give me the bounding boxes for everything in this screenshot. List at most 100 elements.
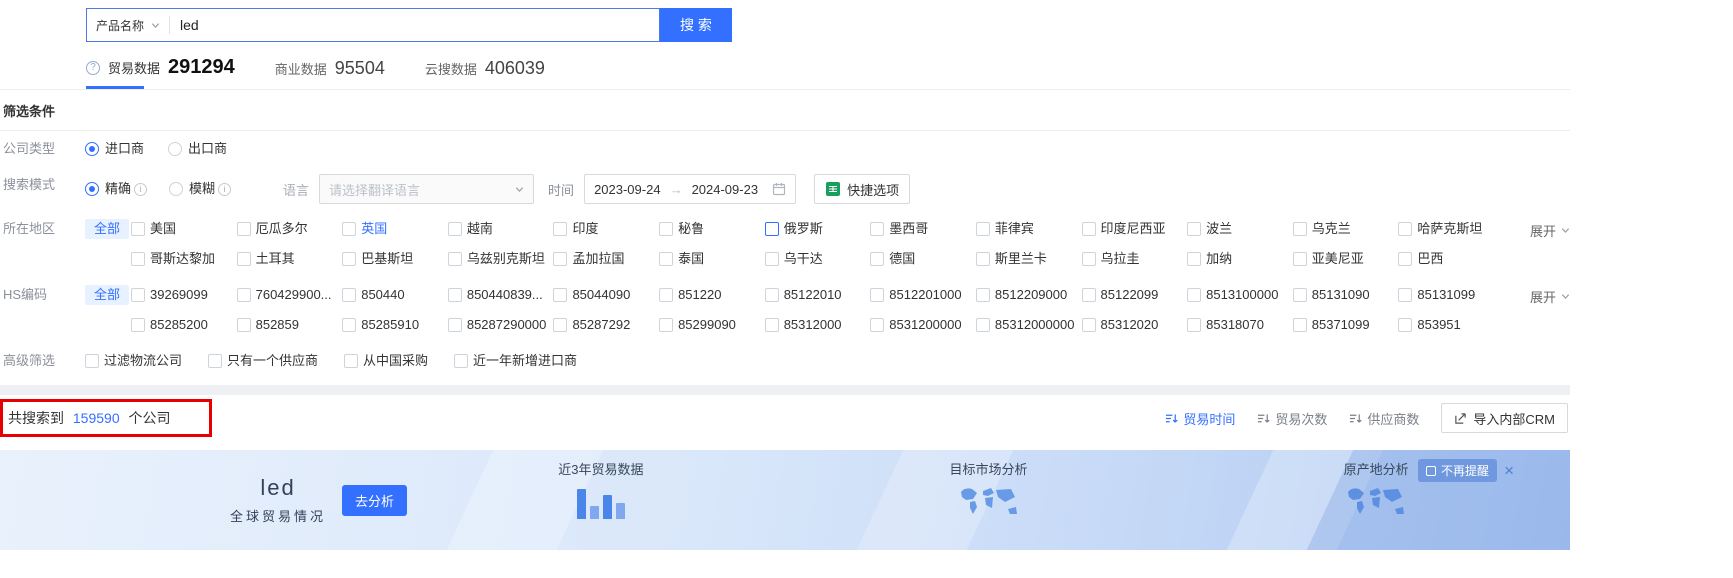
filter-checkbox[interactable]: 巴西 xyxy=(1398,248,1498,270)
checkbox-icon[interactable] xyxy=(659,222,674,236)
checkbox-icon[interactable] xyxy=(1292,318,1307,332)
filter-checkbox[interactable]: 哥斯达黎加 xyxy=(131,248,231,270)
hs-expand-link[interactable]: 展开 xyxy=(1530,287,1570,306)
filter-checkbox[interactable]: 85371099 xyxy=(1292,314,1393,336)
filter-checkbox[interactable]: 乌干达 xyxy=(764,248,865,270)
filter-checkbox[interactable]: 8512209000 xyxy=(975,284,1076,306)
filter-checkbox[interactable]: 853951 xyxy=(1398,314,1498,336)
checkbox-icon[interactable] xyxy=(1187,252,1202,266)
quick-options-button[interactable]: 快捷选项 xyxy=(814,174,911,204)
filter-checkbox[interactable]: 85131090 xyxy=(1292,284,1393,306)
checkbox-icon[interactable] xyxy=(1398,288,1413,302)
filter-checkbox[interactable]: 印度 xyxy=(553,218,653,240)
search-button[interactable]: 搜 索 xyxy=(660,8,732,42)
checkbox-icon[interactable] xyxy=(1187,288,1202,302)
filter-checkbox[interactable]: 85312020 xyxy=(1081,314,1182,336)
checkbox-icon[interactable] xyxy=(1292,222,1307,236)
checkbox-icon[interactable] xyxy=(1081,252,1096,266)
checkbox-icon[interactable] xyxy=(659,288,674,302)
filter-checkbox[interactable]: 加纳 xyxy=(1187,248,1287,270)
checkbox-icon[interactable] xyxy=(870,288,885,302)
help-icon[interactable]: ? xyxy=(86,60,100,75)
filter-checkbox[interactable]: 8531200000 xyxy=(870,314,970,336)
filter-checkbox[interactable]: 85131099 xyxy=(1398,284,1498,306)
filter-checkbox[interactable]: 只有一个供应商 xyxy=(208,350,318,372)
checkbox-icon[interactable] xyxy=(553,222,568,236)
filter-checkbox[interactable]: 亚美尼亚 xyxy=(1292,248,1393,270)
checkbox-icon[interactable] xyxy=(975,288,990,302)
filter-checkbox[interactable]: 850440 xyxy=(342,284,442,306)
checkbox-icon[interactable] xyxy=(1081,222,1096,236)
checkbox-icon[interactable] xyxy=(342,222,357,236)
checkbox-icon[interactable] xyxy=(447,288,462,302)
checkbox-icon[interactable] xyxy=(764,222,779,236)
filter-checkbox[interactable]: 85287292 xyxy=(553,314,653,336)
filter-checkbox[interactable]: 85044090 xyxy=(553,284,653,306)
radio-fuzzy[interactable]: 模糊 xyxy=(169,178,215,200)
search-input[interactable] xyxy=(170,17,659,33)
result-count[interactable]: 159590 xyxy=(73,410,120,426)
dismiss-button[interactable]: 不再提醒 xyxy=(1418,459,1498,482)
filter-checkbox[interactable]: 85287290000 xyxy=(447,314,548,336)
tab-trade-data[interactable]: ? 贸易数据 291294 xyxy=(86,56,235,89)
checkbox-icon[interactable] xyxy=(447,252,462,266)
filter-checkbox[interactable]: 85285910 xyxy=(342,314,442,336)
checkbox-icon[interactable] xyxy=(1292,252,1307,266)
filter-checkbox[interactable]: 852859 xyxy=(236,314,337,336)
checkbox-icon[interactable] xyxy=(342,288,357,302)
checkbox-icon[interactable] xyxy=(659,252,674,266)
filter-checkbox[interactable]: 8513100000 xyxy=(1187,284,1287,306)
filter-checkbox[interactable]: 孟加拉国 xyxy=(553,248,653,270)
checkbox-icon[interactable] xyxy=(553,288,568,302)
checkbox-icon[interactable] xyxy=(342,252,357,266)
filter-checkbox[interactable]: 85299090 xyxy=(659,314,759,336)
checkbox-icon[interactable] xyxy=(1081,318,1096,332)
filter-checkbox[interactable]: 乌拉圭 xyxy=(1081,248,1182,270)
filter-checkbox[interactable]: 波兰 xyxy=(1187,218,1287,240)
filter-checkbox[interactable]: 乌兹别克斯坦 xyxy=(447,248,548,270)
checkbox-icon[interactable] xyxy=(975,318,990,332)
info-icon[interactable]: i xyxy=(218,182,232,196)
checkbox-icon[interactable] xyxy=(1187,222,1202,236)
filter-checkbox[interactable]: 85122010 xyxy=(764,284,865,306)
checkbox-icon[interactable] xyxy=(553,252,568,266)
checkbox-icon[interactable] xyxy=(553,318,568,332)
filter-checkbox[interactable]: 泰国 xyxy=(659,248,759,270)
checkbox-icon[interactable] xyxy=(975,252,990,266)
filter-checkbox[interactable]: 850440839... xyxy=(447,284,548,306)
filter-checkbox[interactable]: 菲律宾 xyxy=(975,218,1076,240)
checkbox-icon[interactable] xyxy=(447,318,462,332)
filter-checkbox[interactable]: 85285200 xyxy=(131,314,231,336)
checkbox-icon[interactable] xyxy=(131,318,145,332)
filter-checkbox[interactable]: 美国 xyxy=(131,218,231,240)
tab-business-data[interactable]: 商业数据 95504 xyxy=(275,58,385,89)
filter-checkbox[interactable]: 85312000 xyxy=(764,314,865,336)
filter-checkbox[interactable]: 85312000000 xyxy=(975,314,1076,336)
checkbox-icon[interactable] xyxy=(236,252,251,266)
filter-checkbox[interactable]: 印度尼西亚 xyxy=(1081,218,1182,240)
filter-checkbox[interactable]: 哈萨克斯坦 xyxy=(1398,218,1498,240)
checkbox-icon[interactable] xyxy=(447,222,462,236)
sort-option[interactable]: 贸易次数 xyxy=(1257,409,1327,428)
filter-checkbox[interactable]: 巴基斯坦 xyxy=(342,248,442,270)
checkbox-icon[interactable] xyxy=(1398,252,1413,266)
filter-checkbox[interactable]: 墨西哥 xyxy=(870,218,970,240)
checkbox-icon[interactable] xyxy=(208,354,223,368)
filter-checkbox[interactable]: 851220 xyxy=(659,284,759,306)
checkbox-icon[interactable] xyxy=(1187,318,1202,332)
filter-checkbox[interactable]: 厄瓜多尔 xyxy=(236,218,337,240)
filter-checkbox[interactable]: 秘鲁 xyxy=(659,218,759,240)
checkbox-icon[interactable] xyxy=(344,354,359,368)
filter-checkbox[interactable]: 85122099 xyxy=(1081,284,1182,306)
tab-cloud-data[interactable]: 云搜数据 406039 xyxy=(425,58,545,89)
category-select[interactable]: 产品名称 xyxy=(87,17,169,34)
filter-checkbox[interactable]: 85318070 xyxy=(1187,314,1287,336)
filter-checkbox[interactable]: 德国 xyxy=(870,248,970,270)
checkbox-icon[interactable] xyxy=(342,318,357,332)
checkbox-icon[interactable] xyxy=(131,288,145,302)
filter-checkbox[interactable]: 英国 xyxy=(342,218,442,240)
filter-checkbox[interactable]: 乌克兰 xyxy=(1292,218,1393,240)
checkbox-icon[interactable] xyxy=(659,318,674,332)
hs-all-badge[interactable]: 全部 xyxy=(85,285,130,305)
info-icon[interactable]: i xyxy=(134,182,148,196)
